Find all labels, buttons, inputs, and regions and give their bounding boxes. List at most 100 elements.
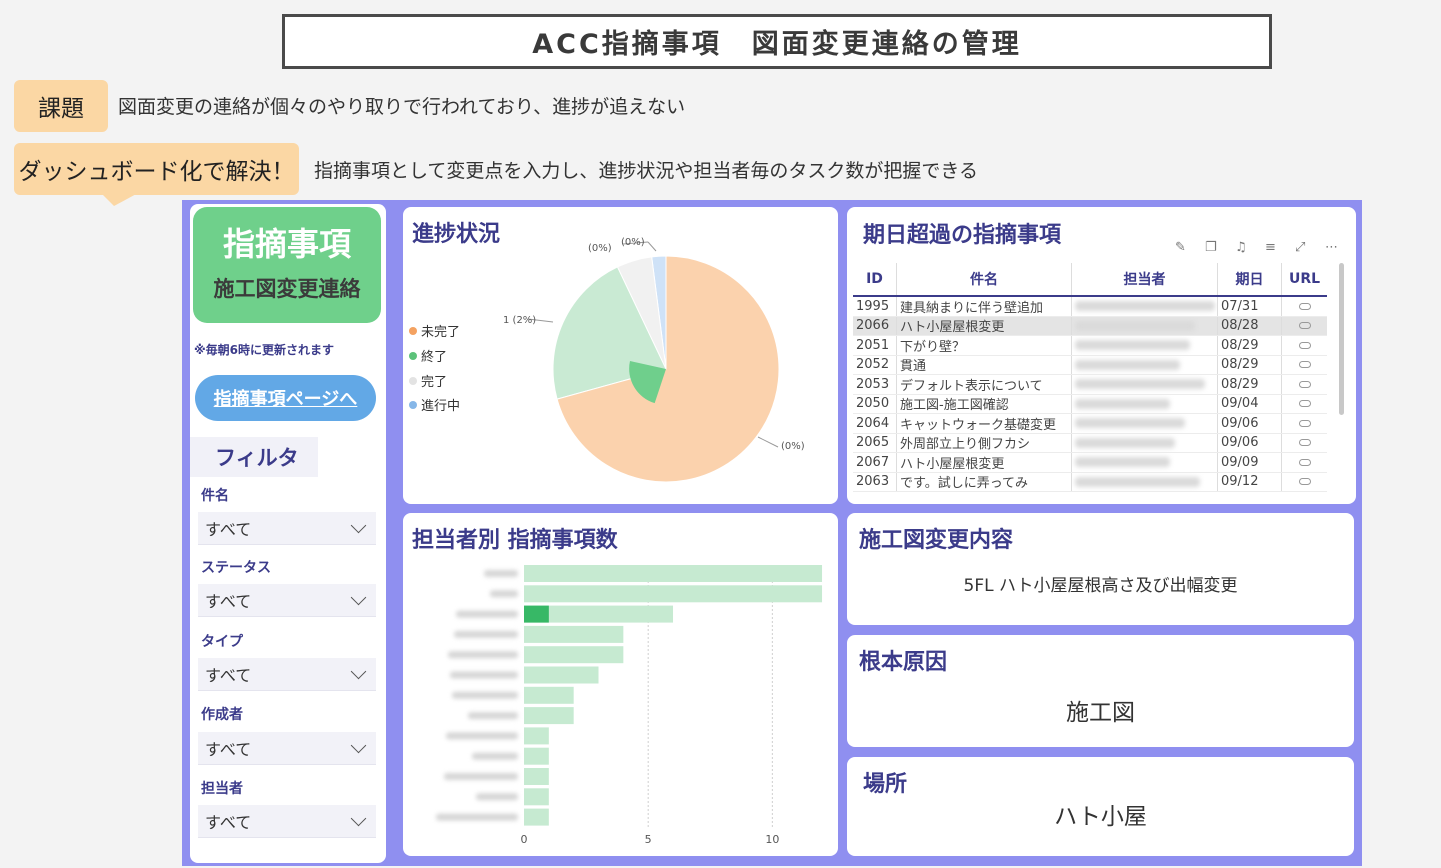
filter-label-type: タイプ [201, 634, 243, 650]
column-header-id[interactable]: ID [853, 263, 897, 295]
change-detail-title: 施工図変更内容 [859, 528, 1014, 553]
filter-select-creator[interactable]: すべて [198, 732, 376, 765]
cell-url[interactable] [1282, 434, 1327, 453]
copy-icon[interactable]: ❐ [1205, 240, 1217, 255]
pin-icon[interactable]: ✎ [1175, 240, 1186, 255]
category-label-redacted [468, 712, 518, 720]
filter-icon[interactable]: ≡ [1265, 240, 1276, 255]
category-label-redacted [490, 590, 518, 598]
bar[interactable] [524, 565, 823, 582]
cell-assignee-redacted [1072, 394, 1218, 413]
cell-url[interactable] [1282, 473, 1327, 492]
table-row[interactable]: 2063 です。試しに弄ってみ 09/12 [853, 472, 1327, 492]
cell-subject: ハト小屋屋根変更 [897, 453, 1072, 472]
column-header-url[interactable]: URL [1282, 263, 1327, 295]
link-icon[interactable] [1298, 478, 1311, 486]
column-header-due[interactable]: 期日 [1218, 263, 1282, 295]
issue-text: 図面変更の連絡が個々のやり取りで行われており、進捗が追えない [118, 96, 686, 118]
chevron-down-icon [350, 517, 367, 533]
cell-url[interactable] [1282, 297, 1327, 316]
table-row[interactable]: 2067 ハト小屋屋根変更 09/09 [853, 453, 1327, 473]
cell-url[interactable] [1282, 356, 1327, 375]
category-label-redacted [450, 671, 518, 679]
cell-assignee-redacted [1072, 297, 1218, 316]
bar[interactable] [524, 625, 624, 643]
link-icon[interactable] [1298, 458, 1311, 466]
bar-highlight[interactable] [524, 605, 549, 623]
filter-value: すべて [205, 740, 252, 759]
table-row[interactable]: 2053 デフォルト表示について 08/29 [853, 375, 1327, 395]
link-icon[interactable] [1298, 439, 1311, 447]
link-icon[interactable] [1298, 400, 1311, 408]
bar[interactable] [524, 747, 549, 765]
redacted-text [1075, 457, 1170, 468]
bar[interactable] [524, 646, 624, 664]
bar[interactable] [524, 666, 599, 684]
bar[interactable] [524, 768, 549, 785]
link-icon[interactable] [1298, 341, 1311, 349]
bar[interactable] [524, 808, 549, 826]
filter-value: すべて [205, 592, 252, 611]
table-row[interactable]: 2066 ハト小屋屋根変更 08/28 [853, 316, 1327, 336]
cell-due: 08/28 [1218, 316, 1282, 335]
table-row[interactable]: 2065 外周部立上り側フカシ 09/06 [853, 433, 1327, 453]
bar[interactable] [524, 727, 549, 745]
bar[interactable] [524, 585, 823, 603]
table-body: 1995 建具納まりに伴う壁追加 07/31 2066 ハト小屋屋根変更 08/28 205… [853, 297, 1327, 492]
cell-url[interactable] [1282, 395, 1327, 414]
link-icon[interactable] [1298, 361, 1311, 369]
link-icon[interactable] [1298, 419, 1311, 427]
overdue-card: 期日超過の指摘事項 ✎ ❐ ♫ ≡ ⤢ ⋯ ID 件名 担当者 期日 URL 1… [847, 207, 1356, 504]
redacted-text [1075, 437, 1175, 448]
solution-text: 指摘事項として変更点を入力し、進捗状況や担当者毎のタスク数が把握できる [314, 160, 979, 182]
link-icon[interactable] [1298, 302, 1311, 310]
filter-label-subject: 件名 [201, 488, 229, 504]
more-icon[interactable]: ⋯ [1325, 240, 1338, 255]
pie-data-label: (0%) [781, 441, 805, 452]
cell-id: 2065 [853, 433, 897, 452]
cell-id: 2067 [853, 453, 897, 472]
filter-select-status[interactable]: すべて [198, 584, 376, 617]
link-icon[interactable] [1298, 380, 1311, 388]
table-row[interactable]: 2050 施工図-施工図確認 09/04 [853, 394, 1327, 414]
table-row[interactable]: 2051 下がり壁？ 08/29 [853, 336, 1327, 356]
cell-subject: ハト小屋屋根変更 [897, 316, 1072, 335]
cell-assignee-redacted [1072, 336, 1218, 355]
column-header-subject[interactable]: 件名 [897, 263, 1072, 295]
bar[interactable] [524, 788, 549, 806]
location-title: 場所 [863, 772, 908, 797]
cell-url[interactable] [1282, 453, 1327, 472]
location-card: 場所 ハト小屋 [847, 757, 1354, 856]
bar[interactable] [524, 686, 574, 704]
cell-url[interactable] [1282, 375, 1327, 394]
root-cause-card: 根本原因 施工図 [847, 635, 1354, 747]
table-row[interactable]: 2052 貫通 08/29 [853, 355, 1327, 375]
filter-select-subject[interactable]: すべて [198, 512, 376, 545]
filter-select-assignee[interactable]: すべて [198, 805, 376, 838]
cell-assignee-redacted [1072, 375, 1218, 394]
category-label-redacted [472, 752, 518, 760]
filter-label-assignee: 担当者 [201, 781, 243, 797]
redacted-text [1075, 379, 1205, 390]
table-row[interactable]: 1995 建具納まりに伴う壁追加 07/31 [853, 297, 1327, 317]
cell-subject: 施工図-施工図確認 [897, 394, 1072, 413]
cell-url[interactable] [1282, 317, 1327, 336]
bar[interactable] [524, 707, 574, 725]
link-icon[interactable] [1298, 322, 1311, 330]
redacted-text [1075, 418, 1185, 429]
issues-page-link-button[interactable]: 指摘事項ページへ [195, 375, 376, 421]
filter-select-type[interactable]: すべて [198, 658, 376, 691]
filter-value: すべて [205, 666, 252, 685]
category-label-redacted [484, 570, 518, 577]
category-label-redacted [446, 732, 518, 740]
cell-url[interactable] [1282, 336, 1327, 355]
cell-url[interactable] [1282, 414, 1327, 433]
column-header-assignee[interactable]: 担当者 [1072, 263, 1218, 295]
expand-icon[interactable]: ⤢ [1295, 240, 1305, 255]
location-value: ハト小屋 [1054, 804, 1147, 830]
table-scrollbar[interactable] [1339, 263, 1344, 415]
table-row[interactable]: 2064 キャットウォーク基礎変更 09/06 [853, 414, 1327, 434]
cell-due: 09/06 [1218, 414, 1282, 433]
bell-icon[interactable]: ♫ [1235, 240, 1247, 255]
chevron-down-icon [350, 663, 367, 679]
